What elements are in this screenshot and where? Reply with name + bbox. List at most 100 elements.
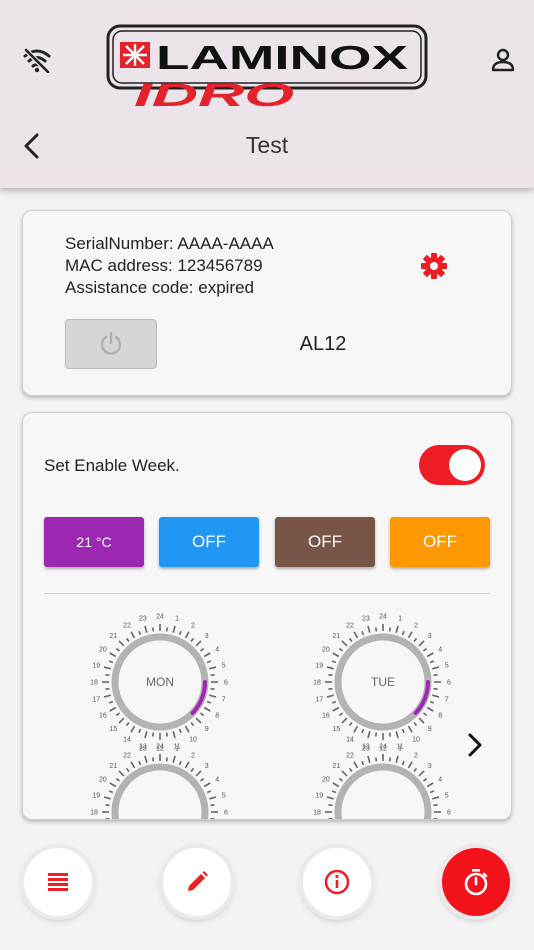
- dial-day-label: TUE: [371, 675, 395, 689]
- dial-hour-label: 4: [215, 777, 219, 784]
- dial-tick: [395, 755, 399, 763]
- dial-hour-label: 6: [224, 680, 228, 687]
- dial-tick: [210, 804, 215, 807]
- dial-tick: [209, 796, 217, 800]
- dial-tick: [203, 706, 211, 712]
- dial-tick: [361, 630, 365, 636]
- dial-hour-label: 24: [156, 744, 164, 751]
- dial-tick: [388, 627, 391, 632]
- timer-button[interactable]: [442, 848, 510, 916]
- dial-hour-label: 21: [109, 633, 117, 640]
- app-header: LAMINOX IDRO Test: [0, 0, 534, 188]
- dial-hour-label: 1: [175, 616, 179, 623]
- dial-hour-label: 22: [123, 622, 131, 629]
- dial-tick: [422, 647, 428, 652]
- wifi-off-icon[interactable]: [18, 42, 56, 78]
- dial-hour-label: 18: [313, 680, 321, 687]
- dial-hour-label: 3: [428, 763, 432, 770]
- temperature-chip[interactable]: 21 °C: [44, 517, 144, 567]
- program-list-button[interactable]: [24, 848, 92, 916]
- dial-hour-label: 9: [428, 726, 432, 733]
- dial-tick: [130, 725, 136, 733]
- edit-button[interactable]: [163, 848, 231, 916]
- dial-tick: [401, 630, 405, 636]
- dial-tick: [401, 760, 405, 766]
- dial-wednesday[interactable]: 241234567891011121314151617181920212223: [85, 737, 235, 819]
- dial-tick: [206, 700, 212, 704]
- info-button[interactable]: [303, 848, 371, 916]
- dial-hour-label: 21: [332, 633, 340, 640]
- dial-tick: [206, 660, 212, 664]
- list-icon: [48, 873, 68, 891]
- dial-tick: [348, 767, 353, 773]
- next-days-button[interactable]: [459, 725, 491, 765]
- dial-hour-label: 18: [90, 810, 98, 817]
- dial-tick: [130, 761, 136, 769]
- dial-tick: [108, 700, 114, 704]
- dial-hour-label: 15: [332, 726, 340, 733]
- dial-tick: [152, 757, 155, 762]
- logo-text-laminox: LAMINOX: [156, 39, 408, 76]
- dial-tick: [118, 717, 125, 724]
- dial-tick: [105, 687, 110, 690]
- dial-hour-label: 2: [191, 752, 195, 759]
- dial-tick: [341, 640, 348, 647]
- dial-hour-label: 4: [438, 777, 442, 784]
- dial-thursday[interactable]: 241234567891011121314151617181920212223: [308, 737, 458, 819]
- dial-tick: [432, 796, 440, 800]
- dial-tick: [206, 790, 212, 794]
- mode-chip-orange[interactable]: OFF: [390, 517, 490, 567]
- dial-tick: [108, 790, 114, 794]
- dial-tick: [338, 647, 344, 652]
- assistance-code: Assistance code: expired: [65, 278, 254, 297]
- dial-tick: [118, 640, 125, 647]
- dial-tick: [138, 760, 142, 766]
- mac-address: MAC address: 123456789: [65, 256, 263, 275]
- mode-chip-brown[interactable]: OFF: [275, 517, 375, 567]
- dial-tick: [326, 666, 334, 670]
- dial-tick: [195, 640, 202, 647]
- mode-chip-blue[interactable]: OFF: [159, 517, 259, 567]
- dial-hour-label: 20: [99, 647, 107, 654]
- power-button[interactable]: [65, 319, 157, 369]
- dial-hour-label: 24: [379, 614, 387, 621]
- settings-button[interactable]: [419, 251, 449, 281]
- chevron-right-icon: [468, 733, 482, 757]
- dial-tick: [152, 627, 155, 632]
- dial-tick: [413, 637, 418, 643]
- dial-tick: [388, 732, 391, 737]
- dial-hour-label: 20: [322, 777, 330, 784]
- dial-hour-label: 19: [92, 792, 100, 799]
- dial-tick: [326, 796, 334, 800]
- dial-tick: [326, 694, 334, 698]
- dial-tick: [165, 732, 168, 737]
- dial-tick: [125, 767, 130, 773]
- dial-hour-label: 6: [447, 810, 451, 817]
- pencil-icon: [188, 871, 208, 891]
- dial-tick: [331, 790, 337, 794]
- dial-day-label: MON: [146, 675, 174, 689]
- dial-tick: [348, 637, 353, 643]
- dial-hour-label: 18: [313, 810, 321, 817]
- dial-tick: [367, 625, 371, 633]
- dial-tick: [210, 817, 215, 819]
- dial-tick: [103, 666, 111, 670]
- timer-icon: [464, 869, 488, 896]
- dial-tick: [199, 647, 205, 652]
- dial-tick: [195, 717, 202, 724]
- dial-tick: [353, 725, 359, 733]
- dial-hour-label: 21: [332, 763, 340, 770]
- dial-tick: [108, 660, 114, 664]
- device-info: SerialNumber: AAAA-AAAA MAC address: 123…: [65, 233, 274, 299]
- dial-hour-label: 1: [175, 746, 179, 753]
- dial-tick: [138, 630, 142, 636]
- enable-week-toggle[interactable]: [419, 445, 485, 485]
- user-icon[interactable]: [484, 42, 522, 78]
- dial-hour-label: 19: [315, 792, 323, 799]
- dial-tick: [115, 647, 121, 652]
- dial-tick: [130, 631, 136, 639]
- dial-tick: [165, 757, 168, 762]
- dial-tick: [115, 777, 121, 782]
- dial-tick: [433, 687, 438, 690]
- dial-hour-label: 23: [362, 616, 370, 623]
